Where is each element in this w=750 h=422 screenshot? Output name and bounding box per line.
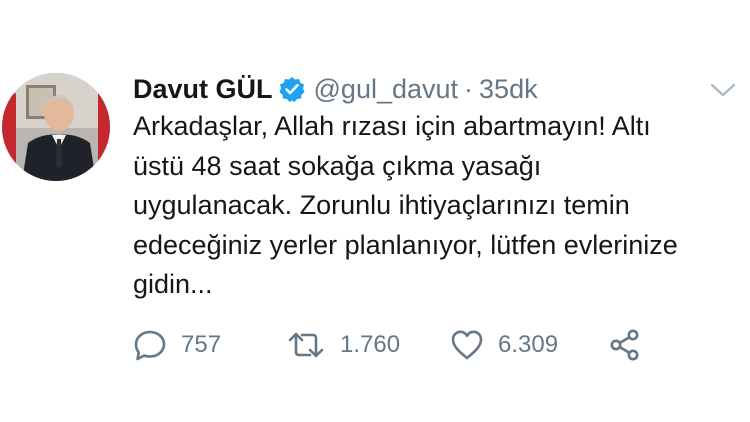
reply-count: 757 <box>181 331 222 358</box>
like-count: 6.309 <box>498 331 559 358</box>
tweet-card: Davut GÜL @gul_davut · 35dk Arkadaşlar, … <box>0 0 750 422</box>
tweet-text-line: Arkadaşlar, Allah rızası için abartmayın… <box>133 111 651 141</box>
author-name[interactable]: Davut GÜL <box>133 74 273 105</box>
share-button[interactable] <box>608 325 642 365</box>
reply-icon <box>133 328 167 362</box>
like-button[interactable]: 6.309 <box>450 325 558 365</box>
heart-icon <box>450 328 484 362</box>
retweet-count: 1.760 <box>340 331 401 358</box>
separator-dot: · <box>464 73 474 104</box>
share-icon <box>608 328 642 362</box>
reply-button[interactable]: 757 <box>133 325 221 365</box>
tweet-text-line: edeceğiniz yerler planlanıyor, lütfen ev… <box>133 229 678 260</box>
tweet-text-line: uygulanacak. Zorunlu ihtiyaçlarınızı tem… <box>133 190 630 220</box>
verified-badge-icon <box>279 76 305 102</box>
tweet-actions: 757 1.760 6.309 <box>133 325 653 365</box>
tweet-text-line: gidin... <box>133 269 213 299</box>
tweet-text-line: üstü 48 saat sokağa çıkma yasağı <box>133 150 542 181</box>
tweet-text: Arkadaşlar, Allah rızası için abartmayın… <box>133 107 738 305</box>
retweet-icon <box>286 328 326 362</box>
tweet-header: Davut GÜL @gul_davut · 35dk <box>133 71 538 107</box>
retweet-button[interactable]: 1.760 <box>286 325 400 365</box>
avatar[interactable] <box>2 73 110 181</box>
author-handle[interactable]: @gul_davut <box>314 74 459 105</box>
chevron-down-icon[interactable] <box>709 80 737 100</box>
timestamp[interactable]: 35dk <box>479 74 538 105</box>
